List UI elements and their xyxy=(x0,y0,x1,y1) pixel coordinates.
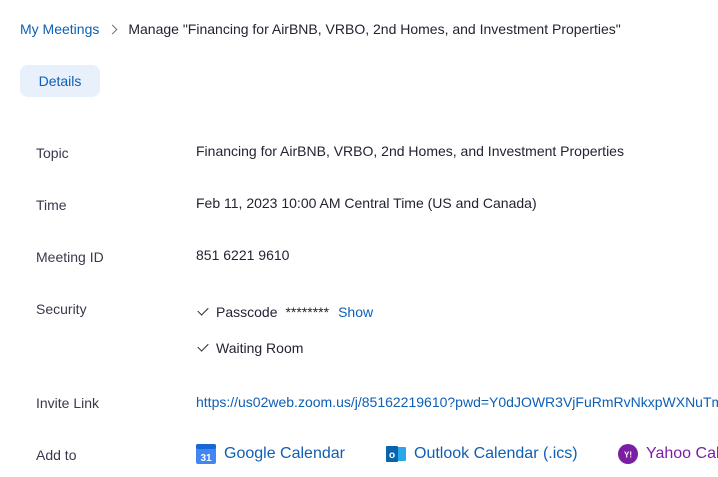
waiting-room-row: Waiting Room xyxy=(197,340,304,356)
svg-text:31: 31 xyxy=(200,453,212,464)
time-value: Feb 11, 2023 10:00 AM Central Time (US a… xyxy=(196,195,537,211)
breadcrumb: My Meetings Manage "Financing for AirBNB… xyxy=(20,21,621,37)
show-passcode-link[interactable]: Show xyxy=(338,304,373,320)
time-label: Time xyxy=(36,197,67,213)
topic-label: Topic xyxy=(36,145,69,161)
outlook-calendar-label: Outlook Calendar (.ics) xyxy=(414,445,578,462)
add-to-label: Add to xyxy=(36,447,77,463)
topic-value: Financing for AirBNB, VRBO, 2nd Homes, a… xyxy=(196,143,624,159)
yahoo-calendar-link[interactable]: Y! Yahoo Calendar xyxy=(618,444,718,464)
passcode-row: Passcode ******** Show xyxy=(197,304,373,320)
yahoo-calendar-label: Yahoo Calendar xyxy=(646,445,718,462)
invite-link-label: Invite Link xyxy=(36,395,100,411)
meeting-id-value: 851 6221 9610 xyxy=(196,247,290,263)
tab-details[interactable]: Details xyxy=(20,65,100,97)
check-icon xyxy=(197,304,209,316)
meeting-id-label: Meeting ID xyxy=(36,249,104,265)
google-calendar-icon: 31 xyxy=(196,444,216,464)
breadcrumb-my-meetings-link[interactable]: My Meetings xyxy=(20,21,99,37)
meeting-details-page: My Meetings Manage "Financing for AirBNB… xyxy=(0,0,718,477)
yahoo-icon: Y! xyxy=(618,444,638,464)
svg-text:Y!: Y! xyxy=(624,451,632,460)
waiting-room-label: Waiting Room xyxy=(216,340,304,356)
passcode-masked-value: ******** xyxy=(285,304,330,320)
passcode-label: Passcode xyxy=(216,304,278,320)
security-label: Security xyxy=(36,301,87,317)
chevron-right-icon xyxy=(107,24,118,34)
google-calendar-label: Google Calendar xyxy=(224,445,345,462)
outlook-icon: o xyxy=(386,446,406,462)
invite-link[interactable]: https://us02web.zoom.us/j/85162219610?pw… xyxy=(196,394,718,410)
breadcrumb-current: Manage "Financing for AirBNB, VRBO, 2nd … xyxy=(128,21,621,37)
svg-text:o: o xyxy=(389,450,395,461)
outlook-calendar-link[interactable]: o Outlook Calendar (.ics) xyxy=(386,444,578,464)
check-icon xyxy=(197,340,209,352)
google-calendar-link[interactable]: 31 Google Calendar xyxy=(196,444,345,464)
